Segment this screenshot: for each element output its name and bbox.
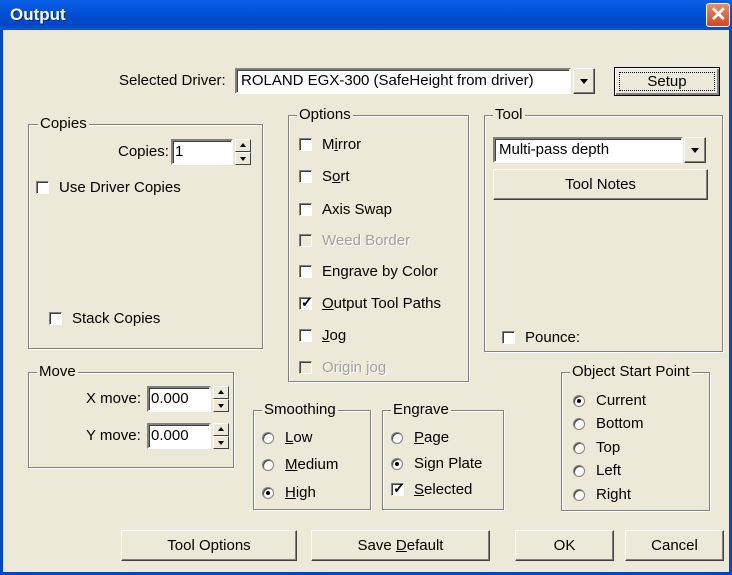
window-title: Output	[10, 5, 66, 24]
x-move-input[interactable]: 0.000	[147, 386, 211, 412]
radio-dot-icon	[266, 491, 270, 495]
cancel-label: Cancel	[651, 537, 698, 554]
tool-dropdown-icon[interactable]	[684, 137, 706, 163]
start-point-label-0[interactable]: Current	[596, 392, 646, 409]
engrave-selected-checkbox[interactable]: ✓	[391, 480, 405, 496]
check-icon: ✓	[393, 480, 405, 496]
copies-count-label: Copies:	[118, 143, 169, 160]
option-checkbox-5[interactable]: ✓	[299, 294, 313, 310]
option-label-6[interactable]: Jog	[322, 327, 346, 344]
close-icon: ✕	[710, 4, 727, 26]
smoothing-label-0[interactable]: Low	[285, 429, 313, 446]
object-start-point-legend: Object Start Point	[570, 363, 692, 381]
ok-button[interactable]: OK	[515, 530, 614, 561]
focus-ring	[619, 72, 715, 91]
options-legend: Options	[297, 106, 353, 124]
selected-driver-dropdown-icon[interactable]	[573, 68, 595, 94]
close-button[interactable]: ✕	[706, 3, 730, 27]
use-driver-copies-checkbox[interactable]	[36, 181, 49, 194]
y-move-value: 0.000	[151, 427, 189, 444]
copies-up-arrow-icon[interactable]	[235, 139, 251, 152]
engrave-sign-plate-radio[interactable]	[391, 458, 403, 470]
option-label-5[interactable]: Output Tool Paths	[322, 295, 441, 312]
tool-select-value: Multi-pass depth	[499, 141, 610, 158]
start-point-label-1[interactable]: Bottom	[596, 415, 644, 432]
option-label-1[interactable]: Sort	[322, 168, 350, 185]
move-legend: Move	[37, 363, 78, 381]
tool-notes-label: Tool Notes	[565, 176, 636, 193]
use-driver-copies-label[interactable]: Use Driver Copies	[59, 179, 181, 196]
save-default-button[interactable]: Save Default	[311, 530, 490, 561]
option-checkbox-6[interactable]	[299, 329, 312, 342]
smoothing-legend: Smoothing	[262, 401, 338, 419]
engrave-legend: Engrave	[391, 401, 451, 419]
smoothing-radio-1[interactable]	[262, 459, 274, 471]
smoothing-label-1[interactable]: Medium	[285, 456, 338, 473]
tool-options-label: Tool Options	[167, 537, 251, 554]
pounce-label[interactable]: Pounce:	[525, 329, 580, 346]
option-label-2[interactable]: Axis Swap	[322, 201, 392, 218]
engrave-page-label[interactable]: Page	[414, 429, 449, 446]
option-label-7: Origin jog	[322, 359, 387, 376]
start-point-label-3[interactable]: Left	[596, 462, 621, 479]
y-move-input[interactable]: 0.000	[147, 423, 211, 449]
title-bar: Output ✕	[0, 0, 732, 30]
x-move-up-arrow-icon[interactable]	[213, 386, 229, 399]
copies-count-input[interactable]: 1	[171, 139, 233, 165]
option-checkbox-3	[299, 234, 312, 247]
smoothing-radio-2[interactable]	[262, 487, 274, 499]
copies-legend: Copies	[38, 115, 89, 133]
y-move-down-arrow-icon[interactable]	[213, 436, 229, 449]
option-checkbox-4[interactable]	[299, 265, 312, 278]
copies-spinner[interactable]	[235, 139, 251, 165]
start-point-label-2[interactable]: Top	[596, 439, 620, 456]
window-frame-left	[0, 30, 3, 575]
radio-dot-icon	[577, 399, 581, 403]
x-move-value: 0.000	[151, 390, 189, 407]
tool-select[interactable]: Multi-pass depth	[493, 137, 683, 163]
radio-dot-icon	[395, 462, 399, 466]
x-move-down-arrow-icon[interactable]	[213, 399, 229, 412]
selected-driver-value: ROLAND EGX-300 (SafeHeight from driver)	[241, 72, 534, 89]
start-point-radio-4[interactable]	[573, 489, 585, 501]
start-point-radio-2[interactable]	[573, 442, 585, 454]
tool-legend: Tool	[493, 106, 525, 124]
option-label-0[interactable]: Mirror	[322, 136, 361, 153]
engrave-page-radio[interactable]	[391, 432, 403, 444]
setup-button[interactable]: Setup	[614, 67, 720, 96]
tool-notes-button[interactable]: Tool Notes	[493, 169, 708, 200]
y-move-label: Y move:	[86, 427, 141, 444]
option-label-4[interactable]: Engrave by Color	[322, 263, 438, 280]
save-default-label: Save Default	[357, 537, 444, 554]
ok-label: OK	[553, 537, 576, 554]
option-label-3: Weed Border	[322, 232, 411, 249]
option-checkbox-0[interactable]	[299, 138, 312, 151]
stack-copies-label[interactable]: Stack Copies	[72, 310, 160, 327]
start-point-radio-3[interactable]	[573, 465, 585, 477]
y-move-spinner[interactable]	[213, 423, 229, 449]
selected-driver-label: Selected Driver:	[119, 72, 226, 89]
start-point-radio-1[interactable]	[573, 418, 585, 430]
x-move-label: X move:	[86, 390, 142, 407]
x-move-spinner[interactable]	[213, 386, 229, 412]
selected-driver-select[interactable]: ROLAND EGX-300 (SafeHeight from driver)	[235, 68, 571, 94]
copies-count-value: 1	[175, 143, 184, 160]
copies-down-arrow-icon[interactable]	[235, 152, 251, 165]
cancel-button[interactable]: Cancel	[625, 530, 724, 561]
y-move-up-arrow-icon[interactable]	[213, 423, 229, 436]
engrave-sign-plate-label[interactable]: Sign Plate	[414, 455, 482, 472]
smoothing-radio-0[interactable]	[262, 432, 274, 444]
pounce-checkbox[interactable]	[502, 331, 515, 344]
option-checkbox-2[interactable]	[299, 203, 312, 216]
option-checkbox-7	[299, 361, 312, 374]
tool-options-button[interactable]: Tool Options	[121, 530, 297, 561]
smoothing-label-2[interactable]: High	[285, 484, 316, 501]
stack-copies-checkbox[interactable]	[49, 312, 62, 325]
engrave-selected-label[interactable]: Selected	[414, 481, 472, 498]
start-point-radio-0[interactable]	[573, 395, 585, 407]
option-checkbox-1[interactable]	[299, 170, 312, 183]
start-point-label-4[interactable]: Right	[596, 486, 631, 503]
check-icon: ✓	[301, 294, 313, 310]
